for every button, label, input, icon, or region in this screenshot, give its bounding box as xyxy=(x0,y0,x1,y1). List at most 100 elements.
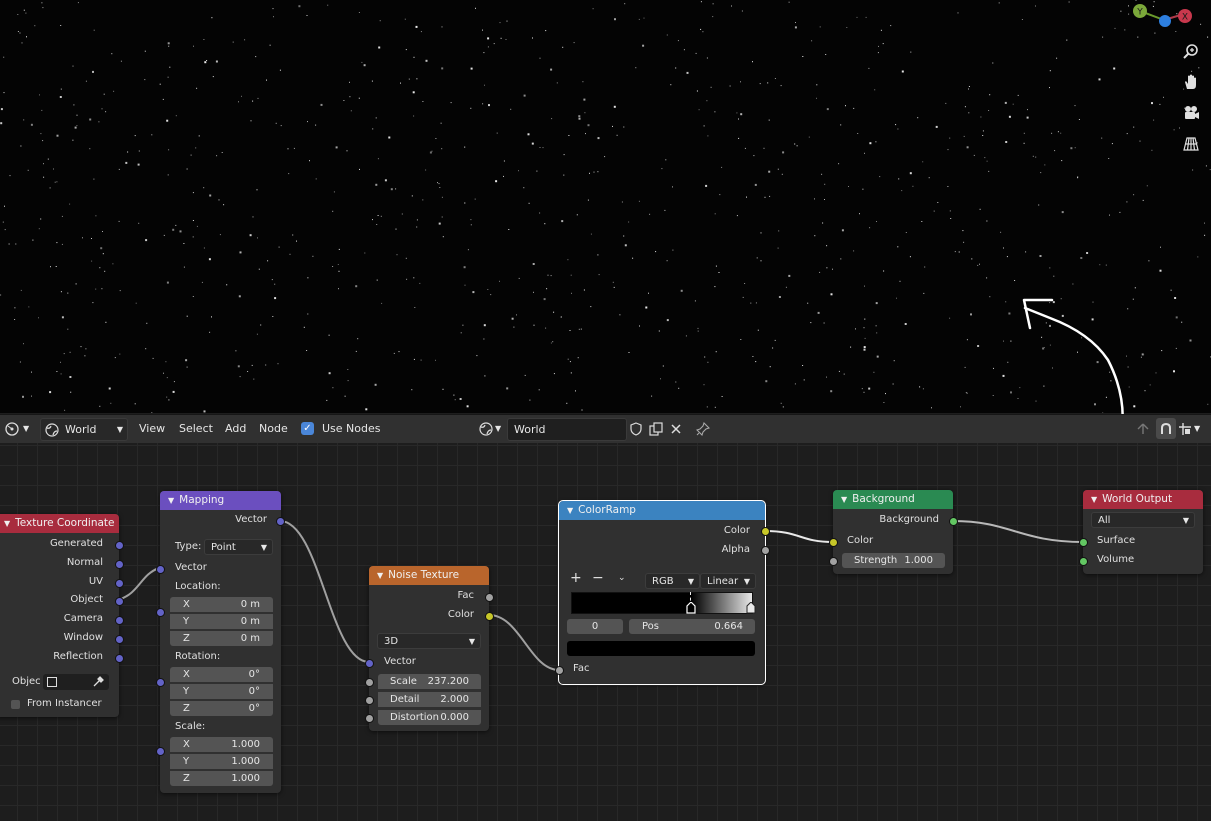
menu-add[interactable]: Add xyxy=(225,419,246,439)
fake-user-button[interactable] xyxy=(627,418,645,439)
input-socket[interactable] xyxy=(365,659,374,668)
world-browse-button[interactable]: ▼ xyxy=(478,418,508,439)
node-background[interactable]: ▼ Background Background Color Strength 1.0… xyxy=(829,490,958,574)
node-header[interactable]: ▼ ColorRamp xyxy=(559,501,765,520)
pin-icon xyxy=(696,421,710,436)
world-name-field[interactable]: World xyxy=(507,418,627,441)
add-stop-icon[interactable]: + xyxy=(570,570,582,586)
location-x-field[interactable]: X0 m xyxy=(170,597,273,612)
input-socket[interactable] xyxy=(156,565,165,574)
collapse-arrow-icon[interactable]: ▼ xyxy=(168,496,174,505)
3d-viewport[interactable]: Y X xyxy=(0,0,1211,413)
editor-type-selector[interactable]: ▼ xyxy=(4,418,34,439)
color-mode-dropdown[interactable]: RGB ▼ xyxy=(645,573,700,589)
scale-y-field[interactable]: Y 1.000 xyxy=(170,754,273,769)
duplicate-world-button[interactable] xyxy=(647,418,665,439)
output-socket[interactable] xyxy=(761,527,770,536)
input-socket[interactable] xyxy=(555,666,564,675)
render-target-dropdown[interactable]: All ▼ xyxy=(1091,512,1195,528)
location-y-field[interactable]: Y0 m xyxy=(170,614,273,629)
input-socket[interactable] xyxy=(829,557,838,566)
mapping-type-dropdown[interactable]: Point ▼ xyxy=(204,539,273,555)
menu-view[interactable]: View xyxy=(139,419,165,439)
stop-index-field[interactable]: 0 xyxy=(567,619,623,634)
node-colorramp[interactable]: ▼ ColorRamp Color Alpha + − ⌄ RGB ▼ Linear… xyxy=(555,500,770,685)
color-ramp-gradient[interactable] xyxy=(571,592,753,614)
from-instancer-checkbox[interactable] xyxy=(11,700,20,709)
strength-field[interactable]: Strength 1.000 xyxy=(842,553,945,568)
output-label: Background xyxy=(879,514,939,525)
input-socket[interactable] xyxy=(156,608,165,617)
output-socket[interactable] xyxy=(761,546,770,555)
use-nodes-toggle[interactable]: ✓ Use Nodes xyxy=(301,418,381,439)
remove-stop-icon[interactable]: − xyxy=(592,570,604,586)
output-socket[interactable] xyxy=(276,517,285,526)
output-socket[interactable] xyxy=(115,541,124,550)
menu-select[interactable]: Select xyxy=(179,419,213,439)
collapse-arrow-icon[interactable]: ▼ xyxy=(377,571,383,580)
noise-scale-field[interactable]: Scale 237.200 xyxy=(378,674,481,689)
node-texture-coordinate[interactable]: ▼ Texture Coordinate Generated Normal UV … xyxy=(0,514,124,717)
output-socket[interactable] xyxy=(115,654,124,663)
node-header[interactable]: ▼ Texture Coordinate xyxy=(0,514,119,533)
node-editor-canvas[interactable]: ▼ Texture Coordinate Generated Normal UV … xyxy=(0,443,1211,821)
input-socket[interactable] xyxy=(365,696,374,705)
noise-detail-field[interactable]: Detail 2.000 xyxy=(378,692,481,707)
scale-x-field[interactable]: X 1.000 xyxy=(170,737,273,752)
input-socket[interactable] xyxy=(156,678,165,687)
output-socket[interactable] xyxy=(115,597,124,606)
parent-node-tree-button[interactable] xyxy=(1133,418,1153,439)
navigation-gizmo[interactable]: Y X xyxy=(1124,0,1204,30)
object-picker-field[interactable] xyxy=(43,674,109,690)
ramp-stop-handle[interactable] xyxy=(746,602,756,614)
collapse-arrow-icon[interactable]: ▼ xyxy=(4,519,10,528)
scale-z-field[interactable]: Z 1.000 xyxy=(170,771,273,786)
rotation-z-field[interactable]: Z 0° xyxy=(170,701,273,716)
collapse-arrow-icon[interactable]: ▼ xyxy=(567,506,573,515)
location-z-field[interactable]: Z0 m xyxy=(170,631,273,646)
input-socket[interactable] xyxy=(365,678,374,687)
input-socket[interactable] xyxy=(829,538,838,547)
zoom-icon[interactable] xyxy=(1178,39,1204,65)
node-header[interactable]: ▼ Background xyxy=(833,490,953,509)
output-socket[interactable] xyxy=(115,635,124,644)
output-socket[interactable] xyxy=(949,517,958,526)
chevron-down-icon[interactable]: ⌄ xyxy=(618,573,626,583)
collapse-arrow-icon[interactable]: ▼ xyxy=(841,495,847,504)
node-header[interactable]: ▼ Mapping xyxy=(160,491,281,510)
snap-mode-dropdown[interactable]: ▼ xyxy=(1178,418,1208,439)
output-socket[interactable] xyxy=(115,560,124,569)
input-socket[interactable] xyxy=(156,747,165,756)
rotation-y-field[interactable]: Y 0° xyxy=(170,684,273,699)
ramp-stop-active-handle[interactable] xyxy=(686,602,696,614)
node-world-output[interactable]: ▼ World Output All ▼ Surface Volume xyxy=(1079,490,1203,574)
stop-color-swatch[interactable] xyxy=(567,641,755,656)
pin-button[interactable] xyxy=(693,418,713,439)
grid-perspective-icon[interactable] xyxy=(1178,131,1204,157)
rotation-x-field[interactable]: X 0° xyxy=(170,667,273,682)
input-socket[interactable] xyxy=(1079,557,1088,566)
unlink-world-button[interactable] xyxy=(667,418,685,439)
stop-position-field[interactable]: Pos 0.664 xyxy=(629,619,755,634)
hand-pan-icon[interactable] xyxy=(1178,69,1204,95)
output-socket[interactable] xyxy=(485,612,494,621)
output-socket[interactable] xyxy=(485,593,494,602)
noise-distortion-field[interactable]: Distortion 0.000 xyxy=(378,710,481,725)
interpolation-dropdown[interactable]: Linear ▼ xyxy=(700,573,756,589)
shader-type-dropdown[interactable]: World ▼ xyxy=(40,418,128,441)
node-noise-texture[interactable]: ▼ Noise Texture Fac Color 3D ▼ Vector Scal… xyxy=(365,566,494,731)
node-header[interactable]: ▼ Noise Texture xyxy=(369,566,489,585)
menu-node[interactable]: Node xyxy=(259,419,288,439)
input-socket[interactable] xyxy=(1079,538,1088,547)
node-mapping[interactable]: ▼ Mapping Vector Type: Point ▼ Vector Loca… xyxy=(156,491,285,793)
camera-icon[interactable] xyxy=(1178,100,1204,126)
dimensions-dropdown[interactable]: 3D ▼ xyxy=(377,633,481,649)
output-socket[interactable] xyxy=(115,616,124,625)
node-header[interactable]: ▼ World Output xyxy=(1083,490,1203,509)
collapse-arrow-icon[interactable]: ▼ xyxy=(1091,495,1097,504)
output-socket[interactable] xyxy=(115,579,124,588)
input-socket[interactable] xyxy=(365,714,374,723)
gizmo-z-axis[interactable] xyxy=(1159,15,1171,27)
eyedropper-icon[interactable] xyxy=(92,676,104,688)
snap-toggle[interactable] xyxy=(1156,418,1176,439)
